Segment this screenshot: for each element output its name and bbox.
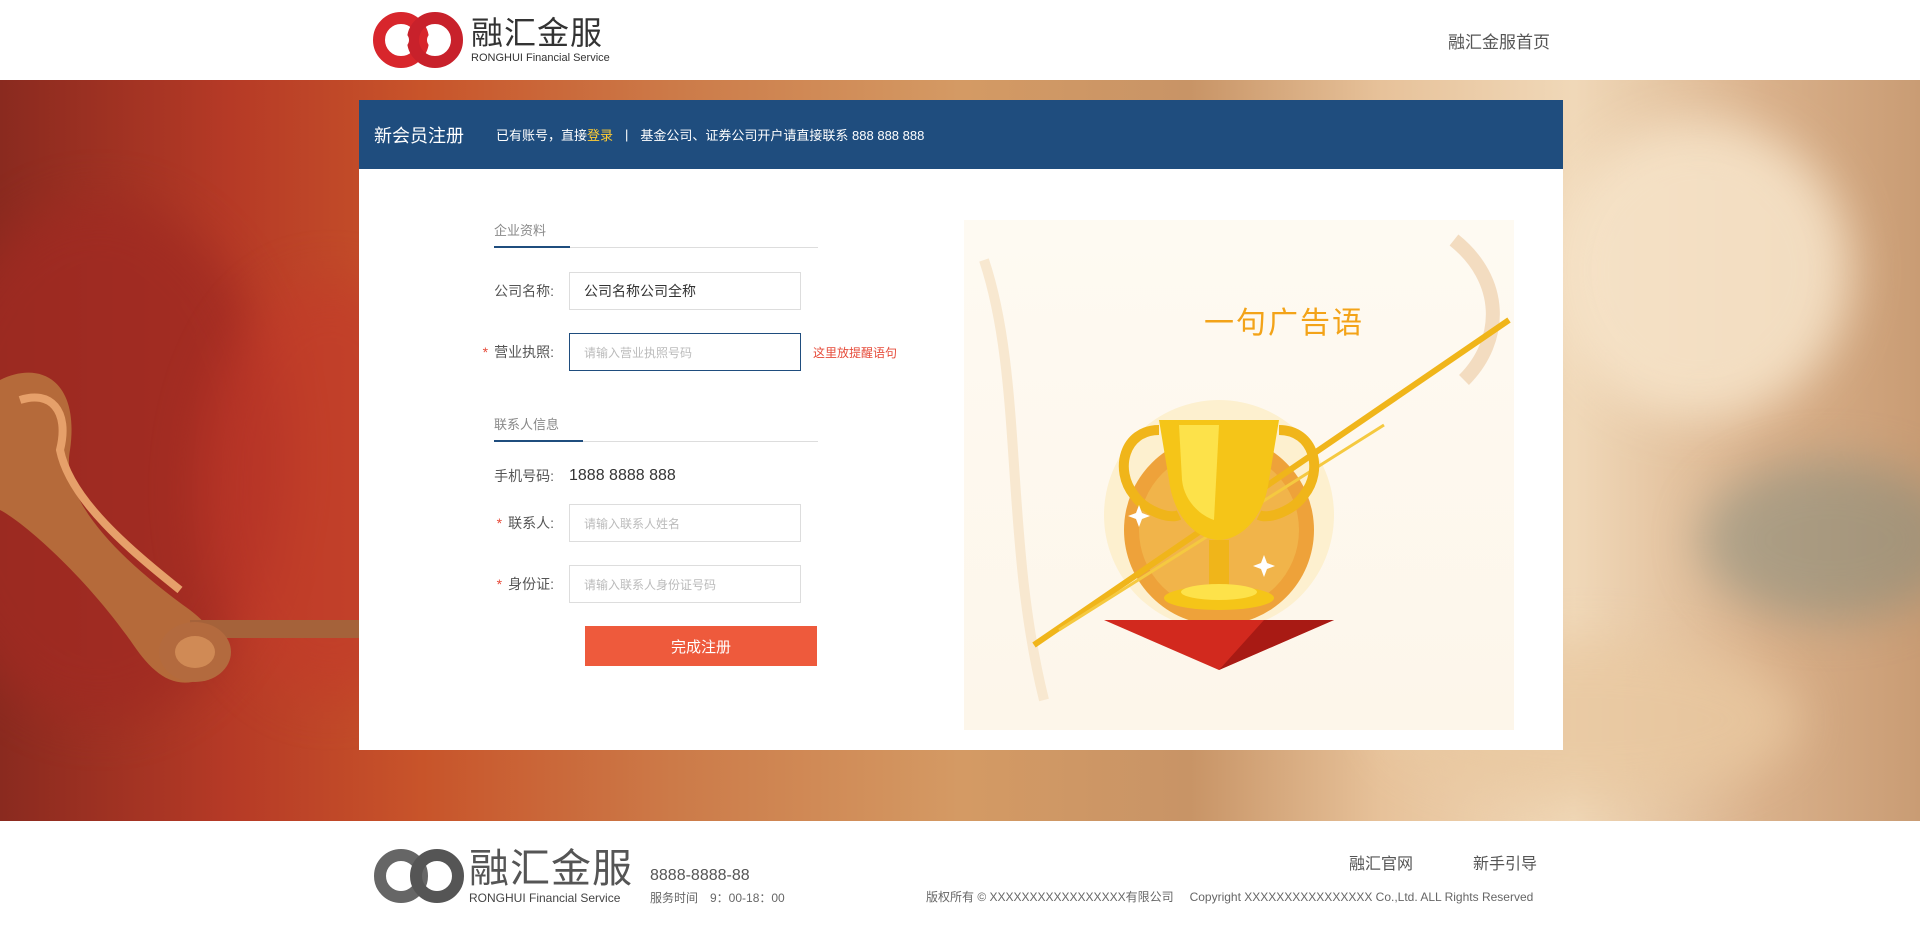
copyright: 版权所有 © XXXXXXXXXXXXXXXXX有限公司 Copyright XX… (926, 888, 1533, 905)
license-label: 营业执照: (494, 344, 554, 360)
phone-value: 1888 8888 888 (569, 467, 676, 484)
register-form: 企业资料 公司名称: * 营业执照: 这里放提醒语句 联系人信息 手机号码: 18… (359, 169, 959, 750)
license-input[interactable] (569, 333, 801, 371)
footer-links: 融汇官网 新手引导 (1349, 850, 1537, 874)
contact-label: 联系人: (508, 515, 554, 531)
id-label-wrap: * 身份证: (459, 574, 569, 594)
beginner-guide-link[interactable]: 新手引导 (1473, 850, 1537, 874)
service-hours: 服务时间 9：00-18：00 (650, 891, 785, 905)
card-title: 新会员注册 (374, 125, 464, 146)
phone-row: 手机号码: 1888 8888 888 (459, 457, 676, 495)
license-row: * 营业执照: 这里放提醒语句 (459, 333, 897, 371)
license-label-wrap: * 营业执照: (459, 342, 569, 362)
official-site-link[interactable]: 融汇官网 (1349, 850, 1413, 874)
register-card: 新会员注册 已有账号，直接 登录 | 基金公司、证券公司开户请直接联系 888 … (359, 100, 1563, 750)
login-link[interactable]: 登录 (587, 125, 613, 144)
service-phone: 8888-8888-88 (650, 867, 750, 884)
logo-subtitle: RONGHUI Financial Service (471, 52, 610, 64)
contact-note: 基金公司、证券公司开户请直接联系 888 888 888 (640, 128, 925, 143)
ad-banner: 一句广告语 (964, 220, 1514, 730)
section-contact-title: 联系人信息 (494, 414, 584, 442)
footer-logo-title: 融汇金服 (469, 846, 633, 892)
id-label: 身份证: (508, 576, 554, 592)
logo-infinity-icon (373, 10, 463, 70)
header-separator: | (625, 127, 629, 142)
phone-label: 手机号码: (494, 468, 554, 484)
company-name-input[interactable] (569, 272, 801, 310)
top-header: 融汇金服 RONGHUI Financial Service 融汇金服首页 (0, 0, 1920, 80)
id-row: * 身份证: (459, 565, 801, 603)
card-header: 新会员注册 已有账号，直接 登录 | 基金公司、证券公司开户请直接联系 888 … (359, 100, 1563, 169)
required-mark: * (496, 515, 503, 531)
section-contact: 联系人信息 (494, 414, 818, 442)
section-company-title: 企业资料 (494, 220, 571, 248)
footer-logo[interactable]: 融汇金服 RONGHUI Financial Service (373, 847, 633, 905)
footer-logo-subtitle: RONGHUI Financial Service (469, 891, 621, 905)
required-mark: * (496, 576, 503, 592)
copyright-en: Copyright XXXXXXXXXXXXXXXX Co.,Ltd. ALL … (1189, 890, 1534, 904)
submit-register-button[interactable]: 完成注册 (585, 626, 817, 666)
ad-slogan: 一句广告语 (1204, 306, 1364, 341)
page-footer: 融汇金服 RONGHUI Financial Service 8888-8888… (0, 821, 1920, 932)
company-name-row: 公司名称: (459, 272, 801, 310)
contact-label-wrap: * 联系人: (459, 513, 569, 533)
section-company: 企业资料 (494, 220, 818, 248)
copyright-cn: 版权所有 © XXXXXXXXXXXXXXXXX有限公司 (926, 890, 1174, 904)
trophy-illustration (979, 234, 1511, 702)
footer-logo-infinity-icon (374, 849, 464, 903)
id-input[interactable] (569, 565, 801, 603)
logo-title: 融汇金服 (471, 14, 604, 52)
required-mark: * (482, 344, 489, 360)
contact-row: * 联系人: (459, 504, 801, 542)
have-account-text: 已有账号，直接 (496, 128, 588, 143)
contact-input[interactable] (569, 504, 801, 542)
faucet-illustration (0, 372, 360, 683)
brand-logo[interactable]: 融汇金服 RONGHUI Financial Service (373, 10, 613, 70)
license-hint: 这里放提醒语句 (813, 345, 898, 360)
home-link[interactable]: 融汇金服首页 (1448, 28, 1550, 53)
company-name-label: 公司名称: (494, 283, 554, 299)
